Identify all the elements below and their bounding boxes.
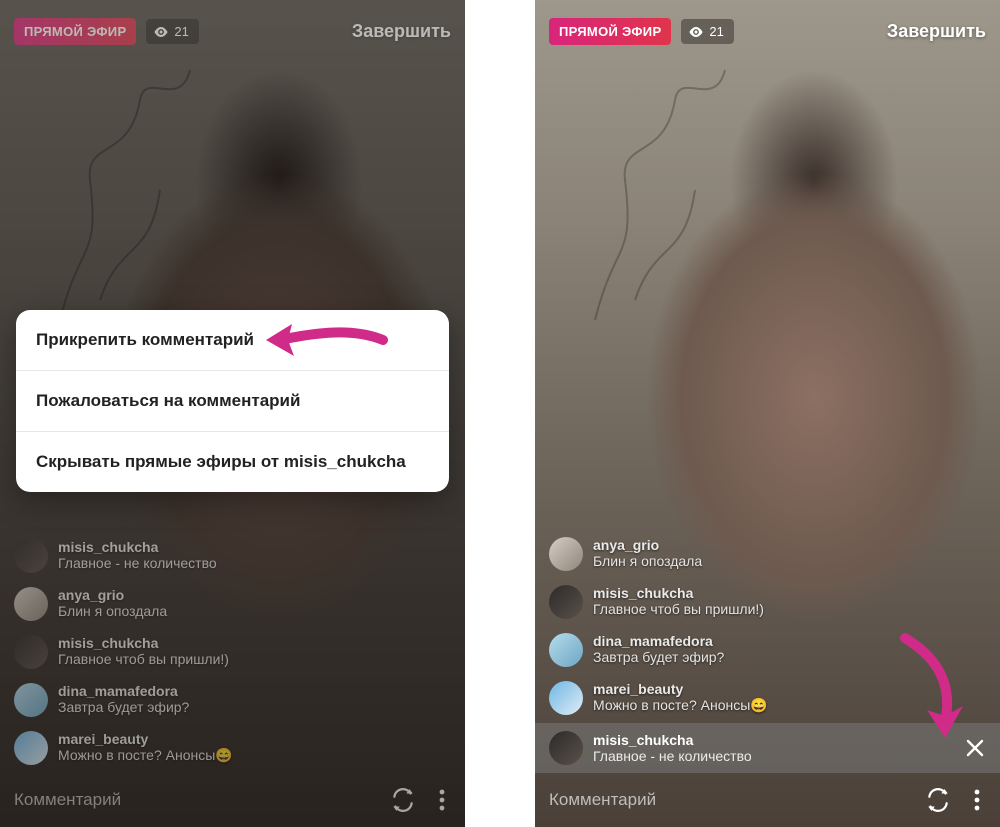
avatar (14, 635, 48, 669)
comment-text: Завтра будет эфир? (58, 699, 189, 715)
comment-text: Можно в посте? Анонсы😄 (58, 747, 233, 764)
pinned-comment-body: misis_chukcha Главное - не количество (593, 732, 752, 764)
pinned-comment-username: misis_chukcha (593, 732, 752, 748)
switch-camera-icon (925, 787, 951, 813)
more-vertical-icon (974, 789, 980, 811)
comment-text: Главное чтоб вы пришли!) (593, 601, 764, 617)
comment-username: anya_grio (593, 537, 702, 553)
wall-scribble (575, 40, 795, 340)
annotation-arrow-down (883, 630, 983, 750)
comment-row[interactable]: marei_beautyМожно в посте? Анонсы😄 (14, 731, 451, 765)
pinned-comment-text: Главное - не количество (593, 748, 752, 764)
comment-text: Можно в посте? Анонсы😄 (593, 697, 768, 714)
end-live-button[interactable]: Завершить (352, 21, 451, 42)
comment-username: anya_grio (58, 587, 167, 603)
comment-body: misis_chukchaГлавное чтоб вы пришли!) (593, 585, 764, 617)
live-top-bar: ПРЯМОЙ ЭФИР 21 Завершить (549, 18, 986, 45)
comment-body: marei_beautyМожно в посте? Анонсы😄 (593, 681, 768, 714)
comment-body: dina_mamafedoraЗавтра будет эфир? (58, 683, 189, 715)
comment-row[interactable]: anya_grioБлин я опоздала (549, 537, 986, 571)
more-options-button[interactable] (968, 786, 986, 814)
comment-input-bar: Комментарий (0, 773, 465, 827)
eye-icon (154, 27, 168, 37)
comment-body: anya_grioБлин я опоздала (593, 537, 702, 569)
comment-body: dina_mamafedoraЗавтра будет эфир? (593, 633, 724, 665)
avatar (549, 585, 583, 619)
viewer-count: 21 (174, 24, 188, 39)
avatar (14, 683, 48, 717)
annotation-arrow-left (258, 318, 388, 368)
report-comment-action[interactable]: Пожаловаться на комментарий (16, 371, 449, 432)
avatar (549, 681, 583, 715)
phone-left: ПРЯМОЙ ЭФИР 21 Завершить misis_chukchaГл… (0, 0, 465, 827)
comment-text: Блин я опоздала (593, 553, 702, 569)
switch-camera-button[interactable] (389, 786, 417, 814)
end-live-button[interactable]: Завершить (887, 21, 986, 42)
live-badge: ПРЯМОЙ ЭФИР (14, 18, 136, 45)
comment-text: Главное - не количество (58, 555, 217, 571)
comment-username: marei_beauty (58, 731, 233, 747)
avatar (549, 731, 583, 765)
avatar (14, 539, 48, 573)
eye-icon (689, 27, 703, 37)
viewer-count-badge[interactable]: 21 (681, 19, 733, 44)
comment-username: dina_mamafedora (58, 683, 189, 699)
switch-camera-icon (390, 787, 416, 813)
viewer-count-badge[interactable]: 21 (146, 19, 198, 44)
comment-input-bar: Комментарий (535, 773, 1000, 827)
comment-text: Блин я опоздала (58, 603, 167, 619)
comment-body: marei_beautyМожно в посте? Анонсы😄 (58, 731, 233, 764)
hide-lives-action[interactable]: Скрывать прямые эфиры от misis_chukcha (16, 432, 449, 492)
comment-body: misis_chukchaГлавное - не количество (58, 539, 217, 571)
comment-text: Главное чтоб вы пришли!) (58, 651, 229, 667)
comment-body: anya_grioБлин я опоздала (58, 587, 167, 619)
more-options-button[interactable] (433, 786, 451, 814)
comment-username: misis_chukcha (58, 635, 229, 651)
comment-username: dina_mamafedora (593, 633, 724, 649)
comment-row[interactable]: anya_grioБлин я опоздала (14, 587, 451, 621)
phone-right: ПРЯМОЙ ЭФИР 21 Завершить anya_grioБлин я… (535, 0, 1000, 827)
comment-row[interactable]: dina_mamafedoraЗавтра будет эфир? (14, 683, 451, 717)
avatar (549, 633, 583, 667)
switch-camera-button[interactable] (924, 786, 952, 814)
comment-input[interactable]: Комментарий (549, 790, 908, 810)
comment-stream[interactable]: misis_chukchaГлавное - не количествоanya… (14, 539, 451, 765)
comment-row[interactable]: misis_chukchaГлавное чтоб вы пришли!) (14, 635, 451, 669)
live-top-bar: ПРЯМОЙ ЭФИР 21 Завершить (14, 18, 451, 45)
live-badge: ПРЯМОЙ ЭФИР (549, 18, 671, 45)
avatar (549, 537, 583, 571)
avatar (14, 731, 48, 765)
comment-username: misis_chukcha (58, 539, 217, 555)
viewer-count: 21 (709, 24, 723, 39)
comment-row[interactable]: misis_chukchaГлавное чтоб вы пришли!) (549, 585, 986, 619)
comment-username: misis_chukcha (593, 585, 764, 601)
avatar (14, 587, 48, 621)
comment-username: marei_beauty (593, 681, 768, 697)
comment-input[interactable]: Комментарий (14, 790, 373, 810)
comment-text: Завтра будет эфир? (593, 649, 724, 665)
more-vertical-icon (439, 789, 445, 811)
comment-body: misis_chukchaГлавное чтоб вы пришли!) (58, 635, 229, 667)
comment-row[interactable]: misis_chukchaГлавное - не количество (14, 539, 451, 573)
